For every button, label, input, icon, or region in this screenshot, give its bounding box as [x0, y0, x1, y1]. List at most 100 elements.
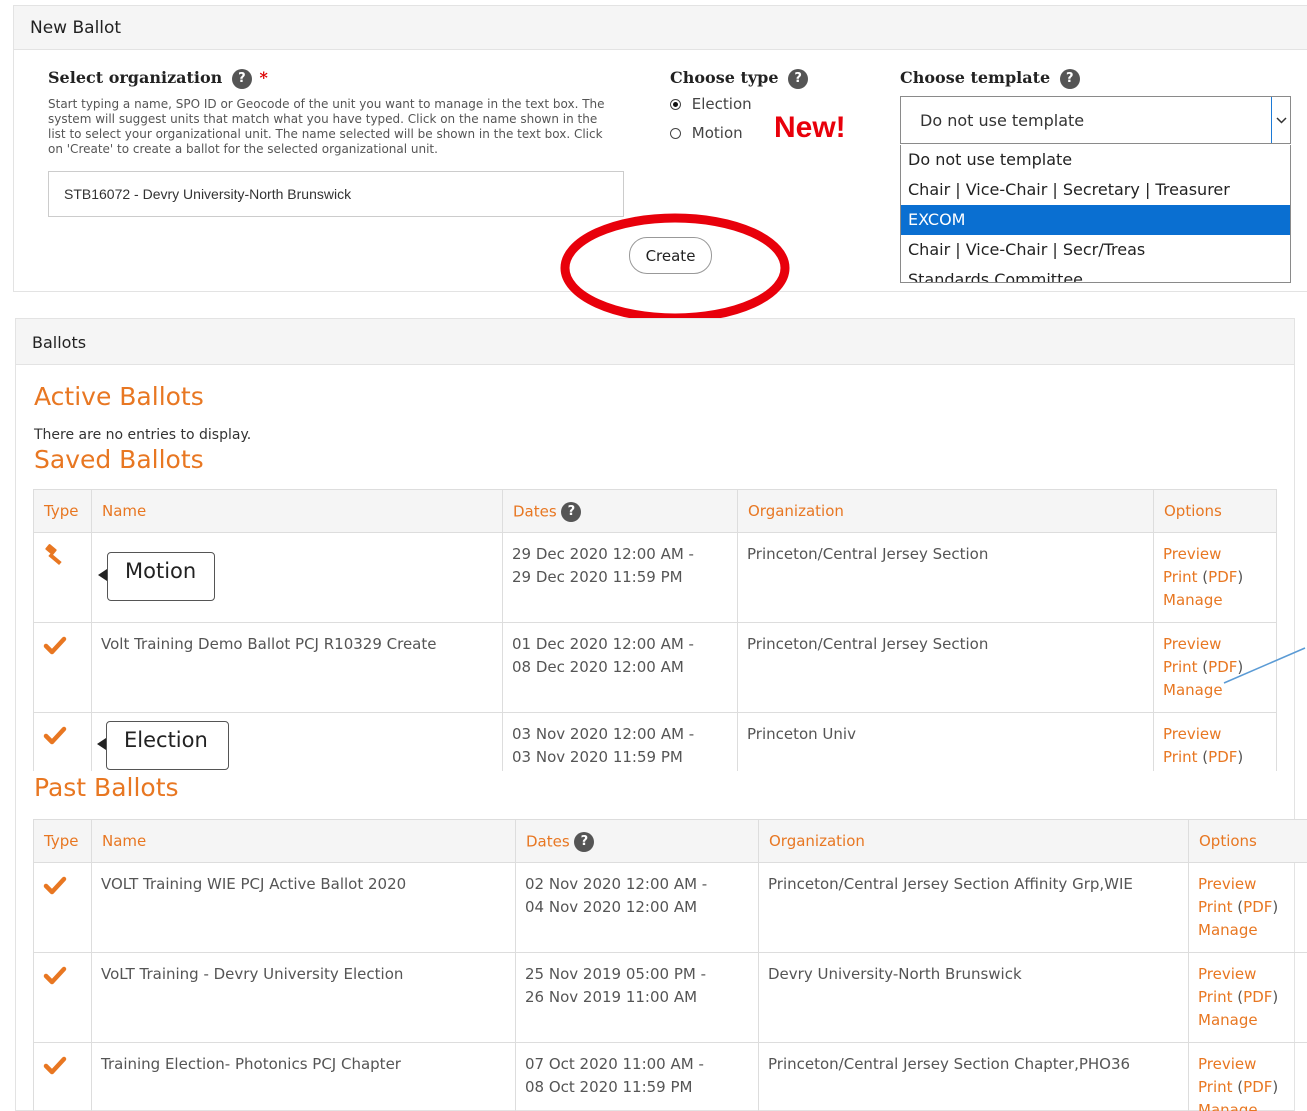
annotation-ellipse	[560, 213, 790, 323]
past-ballots-table: Type Name Dates ? Organization Options V…	[33, 819, 1307, 1111]
help-icon[interactable]: ?	[231, 68, 252, 89]
pdf-link[interactable]: PDF	[1208, 568, 1237, 586]
col-type: Type	[33, 489, 92, 533]
preview-link[interactable]: Preview	[1198, 963, 1307, 986]
preview-link[interactable]: Preview	[1198, 873, 1307, 896]
date-end: 29 Dec 2020 11:59 PM	[512, 568, 683, 586]
new-badge: New!	[774, 111, 846, 144]
table-row: 29 Dec 2020 12:00 AM - 29 Dec 2020 11:59 …	[33, 532, 1277, 623]
manage-link[interactable]: Manage	[1198, 1099, 1307, 1111]
ballots-header: Ballots	[16, 319, 1294, 365]
new-ballot-title: New Ballot	[30, 18, 122, 38]
print-label: Print	[1163, 568, 1198, 586]
type-cell	[33, 952, 92, 1043]
choose-template-label: Choose template	[900, 68, 1051, 87]
pdf-link[interactable]: PDF	[1243, 1078, 1272, 1096]
print-label: Print	[1163, 748, 1198, 766]
callout-motion: Motion	[98, 552, 215, 601]
choose-type-label: Choose type	[670, 68, 779, 87]
choose-template-label-row: Choose template ?	[900, 68, 1080, 89]
dropdown-arrow[interactable]	[1271, 97, 1290, 143]
template-option[interactable]: Do not use template	[901, 145, 1290, 175]
col-dates: Dates ?	[515, 819, 759, 863]
date-start: 29 Dec 2020 12:00 AM -	[512, 545, 694, 563]
org-cell: Princeton/Central Jersey Section	[737, 532, 1154, 623]
help-icon[interactable]: ?	[561, 502, 582, 522]
check-icon	[43, 726, 67, 745]
check-icon	[43, 1056, 67, 1075]
print-link[interactable]: Print (PDF)	[1198, 1076, 1307, 1099]
preview-link[interactable]: Preview	[1163, 723, 1267, 746]
type-cell	[33, 532, 92, 623]
date-end: 26 Nov 2019 11:00 AM	[525, 988, 698, 1006]
template-option-highlighted[interactable]: EXCOM	[901, 205, 1290, 235]
callout-election: Election	[97, 721, 229, 770]
type-option-label: Motion	[691, 124, 743, 142]
print-label: Print	[1198, 1078, 1233, 1096]
print-link[interactable]: Print (PDF)	[1198, 896, 1307, 919]
past-ballots-table-clip: Type Name Dates ? Organization Options V…	[33, 819, 1307, 1111]
help-icon[interactable]: ?	[574, 832, 595, 852]
radio-motion[interactable]	[670, 128, 681, 139]
preview-link[interactable]: Preview	[1198, 1053, 1307, 1076]
template-option[interactable]: Chair | Vice-Chair | Secretary | Treasur…	[901, 175, 1290, 205]
type-option-label: Election	[691, 95, 752, 113]
name-cell: Volt Training Demo Ballot PCJ R10329 Cre…	[91, 622, 503, 713]
options-cell: Preview Print (PDF) Manage	[1153, 532, 1277, 623]
check-icon	[43, 876, 67, 895]
select-org-label-row: Select organization ? *	[48, 68, 268, 89]
col-name: Name	[91, 819, 516, 863]
help-icon[interactable]: ?	[788, 68, 809, 89]
template-select-value: Do not use template	[920, 111, 1085, 130]
manage-link[interactable]: Manage	[1198, 1009, 1307, 1032]
required-mark: *	[259, 68, 268, 87]
name-cell: VoLT Training - Devry University Electio…	[91, 952, 516, 1043]
print-link[interactable]: Print (PDF)	[1198, 986, 1307, 1009]
select-org-help-text: Start typing a name, SPO ID or Geocode o…	[48, 97, 605, 156]
col-dates-label: Dates	[526, 832, 570, 851]
radio-election[interactable]	[670, 99, 681, 110]
print-link[interactable]: Print (PDF)	[1163, 566, 1267, 589]
past-ballots-heading: Past Ballots	[34, 773, 179, 801]
date-start: 25 Nov 2019 05:00 PM -	[525, 965, 707, 983]
org-input-value: STB16072 - Devry University-North Brunsw…	[64, 186, 352, 202]
col-organization: Organization	[758, 819, 1189, 863]
org-input[interactable]: STB16072 - Devry University-North Brunsw…	[48, 171, 624, 217]
template-dropdown-list: Do not use template Chair | Vice-Chair |…	[900, 145, 1291, 283]
print-label: Print	[1198, 988, 1233, 1006]
name-cell: VOLT Training WIE PCJ Active Ballot 2020	[91, 862, 516, 953]
dates-cell: 29 Dec 2020 12:00 AM - 29 Dec 2020 11:59 …	[502, 532, 738, 623]
pdf-link[interactable]: PDF	[1243, 898, 1272, 916]
preview-link[interactable]: Preview	[1163, 543, 1267, 566]
empty-text: There are no entries to display.	[34, 427, 252, 443]
type-cell	[33, 622, 92, 713]
manage-link[interactable]: Manage	[1198, 919, 1307, 942]
chevron-down-icon	[1276, 117, 1287, 124]
active-ballots-heading: Active Ballots	[34, 382, 204, 411]
pdf-link[interactable]: PDF	[1243, 988, 1272, 1006]
table-row: VOLT Training WIE PCJ Active Ballot 2020…	[33, 862, 1307, 953]
template-select[interactable]: Do not use template	[900, 96, 1291, 144]
org-cell: Princeton/Central Jersey Section Affinit…	[758, 862, 1189, 953]
template-option[interactable]: Chair | Vice-Chair | Secr/Treas	[901, 235, 1290, 265]
past-heading-wrap: Past Ballots	[34, 771, 434, 801]
pdf-link[interactable]: PDF	[1208, 748, 1237, 766]
dates-cell: 03 Nov 2020 12:00 AM - 03 Nov 2020 11:59 …	[502, 712, 738, 771]
help-icon[interactable]: ?	[1059, 68, 1080, 89]
options-cell: Preview Print (PDF) Manage	[1188, 952, 1307, 1043]
print-link[interactable]: Print (PDF)	[1163, 746, 1267, 769]
manage-link[interactable]: Manage	[1163, 589, 1267, 612]
type-option-motion[interactable]: Motion	[670, 124, 743, 142]
type-option-election[interactable]: Election	[670, 95, 752, 113]
org-cell: Princeton/Central Jersey Section	[737, 622, 1154, 713]
choose-type-label-row: Choose type ?	[670, 68, 809, 89]
org-cell: Devry University-North Brunswick	[758, 952, 1189, 1043]
type-cell	[33, 1042, 92, 1111]
date-start: 01 Dec 2020 12:00 AM -	[512, 635, 694, 653]
new-ballot-header: New Ballot	[14, 6, 1307, 50]
manage-link[interactable]: Manage	[1163, 769, 1267, 771]
check-icon	[43, 966, 67, 985]
dates-cell: 07 Oct 2020 11:00 AM - 08 Oct 2020 11:59 …	[515, 1042, 759, 1111]
template-option[interactable]: Standards Committee	[901, 265, 1290, 282]
print-label: Print	[1198, 898, 1233, 916]
